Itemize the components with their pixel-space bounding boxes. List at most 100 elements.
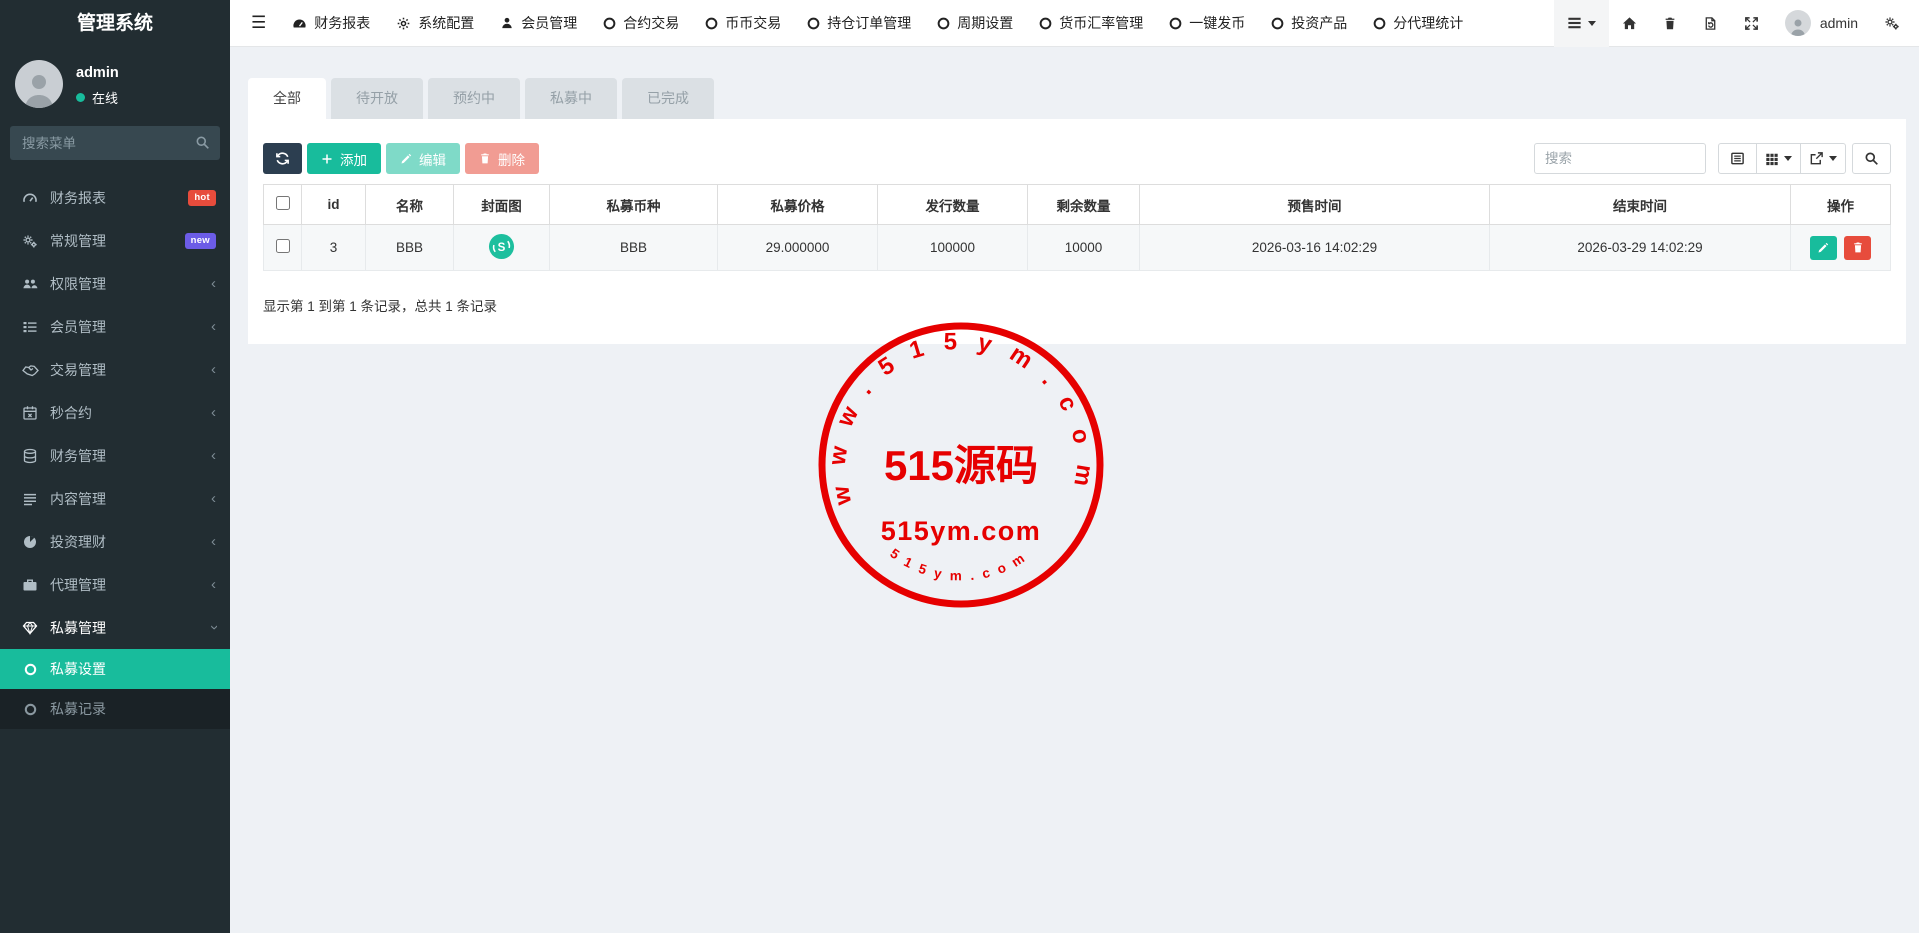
coin-cover-icon: S (488, 233, 515, 260)
sidebar-item-finance[interactable]: 财务管理 ‹ (0, 434, 230, 477)
clear-cache-button[interactable] (1690, 0, 1731, 47)
edit-button[interactable]: 编辑 (386, 143, 460, 174)
list-icon (21, 319, 39, 335)
sidebar-item-general[interactable]: 常规管理 new (0, 219, 230, 262)
sidebar-item-members[interactable]: 会员管理 ‹ (0, 305, 230, 348)
search-icon (195, 135, 210, 150)
trash-button[interactable] (1650, 0, 1690, 47)
caret-down-icon (1829, 156, 1837, 161)
cell-remain: 10000 (1028, 225, 1140, 271)
sidebar-subitem-pp-settings[interactable]: 私募设置 (0, 649, 230, 689)
sidebar-item-private-placement[interactable]: 私募管理 ‹ (0, 606, 230, 649)
cell-id: 3 (302, 225, 366, 271)
tab-in-placement[interactable]: 私募中 (525, 78, 617, 119)
table-header-row: id 名称 封面图 私募币种 私募价格 发行数量 剩余数量 预售时间 结束时间 … (264, 185, 1891, 225)
circle-o-icon (937, 17, 950, 30)
new-badge: new (185, 233, 216, 249)
nav-item-finance-report[interactable]: 财务报表 (279, 0, 383, 47)
circle-o-icon (705, 17, 718, 30)
sidebar-item-permissions[interactable]: 权限管理 ‹ (0, 262, 230, 305)
table-search-input[interactable] (1534, 143, 1706, 174)
hamburger-icon[interactable]: ☰ (238, 13, 279, 33)
add-button[interactable]: 添加 (307, 143, 381, 174)
fullscreen-button[interactable] (1731, 0, 1772, 47)
nav-item-sub-agent-stats[interactable]: 分代理统计 (1360, 0, 1476, 47)
nav-item-invest-products[interactable]: 投资产品 (1258, 0, 1360, 47)
caret-down-icon (1784, 156, 1792, 161)
users-icon (21, 276, 39, 292)
nav-item-one-key-issue[interactable]: 一键发币 (1156, 0, 1258, 47)
select-all-checkbox[interactable] (276, 196, 290, 210)
cell-price: 29.000000 (718, 225, 878, 271)
gears-icon (21, 233, 39, 249)
user-status: 在线 (76, 88, 119, 107)
toolbar: 添加 编辑 删除 (263, 143, 1891, 174)
export-button[interactable] (1800, 143, 1846, 174)
nav-user-menu[interactable]: admin (1772, 0, 1871, 47)
gears-icon (1884, 15, 1900, 31)
chevron-left-icon: ‹ (211, 362, 216, 377)
tab-all[interactable]: 全部 (248, 78, 326, 119)
record-summary: 显示第 1 到第 1 条记录，总共 1 条记录 (263, 295, 1891, 315)
delete-button[interactable]: 删除 (465, 143, 539, 174)
tab-reserving[interactable]: 预约中 (428, 78, 520, 119)
home-icon (1622, 16, 1637, 31)
circle-o-icon (807, 17, 820, 30)
sidebar-item-finance-report[interactable]: 财务报表 hot (0, 176, 230, 219)
cell-issue: 100000 (878, 225, 1028, 271)
tachometer-icon (21, 190, 39, 206)
nav-item-currency-rates[interactable]: 货币汇率管理 (1026, 0, 1156, 47)
select-all-cell (264, 185, 302, 225)
export-icon (1809, 151, 1824, 166)
database-icon (21, 448, 39, 464)
nav-item-coin-trade[interactable]: 币币交易 (692, 0, 794, 47)
sidebar-search-input[interactable] (10, 126, 220, 160)
tab-completed[interactable]: 已完成 (622, 78, 714, 119)
online-dot-icon (76, 93, 85, 102)
col-coin: 私募币种 (550, 185, 718, 225)
sidebar-item-second-contract[interactable]: 秒合约 ‹ (0, 391, 230, 434)
search-button[interactable] (1852, 143, 1891, 174)
nav-item-contract-trade[interactable]: 合约交易 (590, 0, 692, 47)
nav-user-name: admin (1820, 15, 1858, 31)
trash-icon (1852, 241, 1864, 254)
sidebar-item-content[interactable]: 内容管理 ‹ (0, 477, 230, 520)
app-title: 管理系统 (0, 0, 230, 47)
row-edit-button[interactable] (1810, 236, 1837, 260)
sidebar: 管理系统 admin 在线 财务报表 hot 常规管理 new 权限管理 ‹ (0, 0, 230, 933)
settings-button[interactable] (1871, 0, 1913, 47)
person-icon (19, 68, 59, 108)
detail-view-button[interactable] (1718, 143, 1757, 174)
nav-menu-dropdown-button[interactable] (1554, 0, 1609, 47)
row-delete-button[interactable] (1844, 236, 1871, 260)
avatar (1785, 10, 1811, 36)
columns-grid-icon (1765, 152, 1779, 166)
sidebar-subitem-pp-records[interactable]: 私募记录 (0, 689, 230, 729)
sidebar-item-invest[interactable]: 投资理财 ‹ (0, 520, 230, 563)
lines-icon (21, 491, 39, 507)
pencil-icon (400, 153, 412, 165)
circle-o-icon (1373, 17, 1386, 30)
refresh-icon (275, 151, 290, 166)
columns-button[interactable] (1756, 143, 1801, 174)
tab-pending-open[interactable]: 待开放 (331, 78, 423, 119)
sidebar-item-trading[interactable]: 交易管理 ‹ (0, 348, 230, 391)
cell-coin: BBB (550, 225, 718, 271)
refresh-button[interactable] (263, 143, 302, 174)
sidebar-item-agency[interactable]: 代理管理 ‹ (0, 563, 230, 606)
nav-item-period-settings[interactable]: 周期设置 (924, 0, 1026, 47)
nav-item-position-orders[interactable]: 持仓订单管理 (794, 0, 924, 47)
circle-o-icon (21, 662, 39, 677)
circle-o-icon (603, 17, 616, 30)
chevron-down-icon: ‹ (206, 625, 221, 630)
row-checkbox[interactable] (276, 239, 290, 253)
col-actions: 操作 (1791, 185, 1891, 225)
svg-text:S: S (498, 241, 506, 253)
nav-item-system-config[interactable]: 系统配置 (383, 0, 487, 47)
main-content: 全部 待开放 预约中 私募中 已完成 添加 编辑 删除 (230, 47, 1919, 933)
top-navbar: ☰ 财务报表 系统配置 会员管理 合约交易 币币交易 持仓订单管理 周期设置 货… (230, 0, 1919, 47)
chevron-left-icon: ‹ (211, 405, 216, 420)
table-view-controls (1718, 143, 1846, 174)
home-button[interactable] (1609, 0, 1650, 47)
nav-item-members[interactable]: 会员管理 (487, 0, 590, 47)
